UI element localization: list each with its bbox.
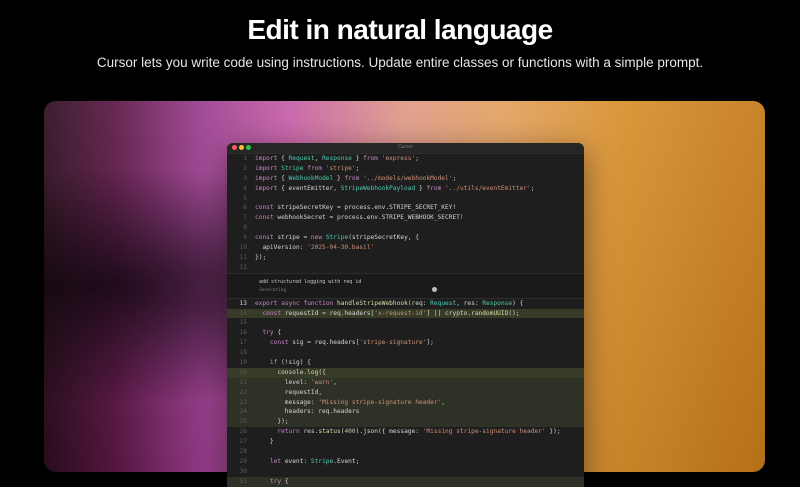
code-line[interactable]: 3 import { WebhookModel } from '../models… (227, 174, 584, 184)
line-number: 30 (239, 467, 247, 475)
code-area[interactable]: 1 import { Request, Response } from 'expr… (227, 154, 584, 487)
code-line[interactable]: 8 (227, 223, 584, 233)
line-number: 18 (239, 349, 247, 357)
code-line[interactable]: 10 apiVersion: '2025-04-30.basil' (227, 243, 584, 253)
line-number: 17 (239, 339, 247, 347)
line-number: 10 (239, 244, 247, 252)
line-text: export async function handleStripeWebhoo… (255, 299, 524, 307)
code-line[interactable]: 22 requestId, (227, 387, 584, 398)
code-line[interactable]: 16 try { (227, 328, 584, 338)
code-line[interactable]: 25 }); (227, 417, 584, 428)
code-line[interactable]: 6 const stripeSecretKey = process.env.STR… (227, 203, 584, 213)
line-text: const stripeSecretKey = process.env.STRI… (255, 204, 457, 212)
line-text: const requestId = req.headers['x-request… (262, 309, 520, 317)
code-line[interactable]: 9 const stripe = new Stripe(stripeSecretK… (227, 233, 584, 243)
line-number: 19 (239, 359, 247, 367)
line-number: 9 (243, 234, 247, 242)
code-line[interactable]: 2 import Stripe from 'stripe'; (227, 164, 584, 174)
line-text: }); (255, 253, 267, 261)
line-text: apiVersion: '2025-04-30.basil' (255, 244, 375, 252)
code-line[interactable]: 24 headers: req.headers (227, 407, 584, 418)
line-number: 16 (239, 329, 247, 337)
code-line[interactable]: 18 (227, 348, 584, 358)
line-text: } (255, 438, 274, 446)
line-number: 6 (243, 204, 247, 212)
line-number: 4 (243, 184, 247, 192)
page-title: Edit in natural language (247, 14, 553, 45)
window-titlebar: Cursor (227, 143, 584, 154)
code-line[interactable]: 27 } (227, 437, 584, 447)
line-text: headers: req.headers (255, 408, 360, 416)
code-line[interactable]: 29 let event: Stripe.Event; (227, 457, 584, 467)
code-line[interactable]: 26 return res.status(400).json({ message… (227, 427, 584, 437)
code-line[interactable]: 23 message: 'Missing stripe-signature he… (227, 397, 584, 408)
line-number: 15 (239, 319, 247, 327)
code-line[interactable]: 1 import { Request, Response } from 'expr… (227, 154, 584, 164)
line-number: 8 (243, 224, 247, 232)
code-line[interactable]: 4 import { eventEmitter, StripeWebhookPay… (227, 184, 584, 194)
line-text: const webhookSecret = process.env.STRIPE… (255, 214, 464, 222)
window-title: Cursor (397, 144, 413, 150)
line-number: 14 (239, 309, 247, 317)
line-number: 3 (243, 174, 247, 182)
line-text: }); (255, 418, 289, 426)
line-text: try { (262, 329, 282, 337)
code-line[interactable]: 20 console.log({ (227, 367, 584, 378)
code-line[interactable]: 15 (227, 318, 584, 328)
line-number: 20 (239, 368, 247, 376)
line-text: import Stripe from 'stripe'; (255, 164, 360, 172)
code-line[interactable]: 12 (227, 263, 584, 273)
line-number: 24 (239, 408, 247, 416)
line-text: requestId, (255, 388, 323, 396)
line-text: let event: Stripe.Event; (269, 457, 360, 465)
line-text: level: 'warn', (255, 378, 337, 386)
line-text: message: 'Missing stripe-signature heade… (255, 398, 446, 406)
line-number: 25 (239, 418, 247, 426)
code-line[interactable]: 30 (227, 467, 584, 477)
code-lines-bottom: 13 export async function handleStripeWebh… (227, 299, 584, 487)
code-line[interactable]: 14 const requestId = req.headers['x-requ… (227, 308, 584, 319)
line-number: 22 (239, 388, 247, 396)
line-number: 11 (239, 253, 247, 261)
line-text: import { WebhookModel } from '../models/… (255, 174, 457, 182)
line-number: 31 (239, 477, 247, 485)
line-number: 28 (239, 448, 247, 456)
code-line[interactable]: 17 const sig = req.headers['stripe-signa… (227, 338, 584, 348)
line-number: 21 (239, 378, 247, 386)
line-number: 2 (243, 164, 247, 172)
code-line[interactable]: 13 export async function handleStripeWebh… (227, 299, 584, 309)
line-text: try { (269, 477, 289, 485)
code-line[interactable]: 5 (227, 194, 584, 204)
code-editor-window: Cursor 1 import { Request, Response } fro… (227, 143, 584, 487)
line-number: 26 (239, 428, 247, 436)
line-text: if (!sig) { (269, 359, 311, 367)
line-number: 13 (239, 299, 247, 307)
code-line[interactable]: 31 try { (227, 476, 584, 487)
code-line[interactable]: 11}); (227, 253, 584, 263)
line-text: return res.status(400).json({ message: '… (277, 428, 561, 436)
line-number: 1 (243, 155, 247, 162)
line-number: 7 (243, 214, 247, 222)
stop-generation-icon[interactable] (432, 286, 437, 292)
code-lines-top: 1 import { Request, Response } from 'expr… (227, 154, 584, 273)
line-text: import { eventEmitter, StripeWebhookPayl… (255, 184, 535, 192)
prompt-status: Generating (259, 287, 287, 293)
code-line[interactable]: 21 level: 'warn', (227, 377, 584, 388)
prompt-input[interactable]: add structured logging with req id (259, 279, 361, 285)
line-text: import { Request, Response } from 'expre… (255, 155, 419, 162)
line-number: 23 (239, 398, 247, 406)
line-number: 12 (239, 263, 247, 271)
code-line[interactable]: 7 const webhookSecret = process.env.STRIP… (227, 213, 584, 223)
line-text: const sig = req.headers['stripe-signatur… (269, 339, 434, 347)
page-subtitle: Cursor lets you write code using instruc… (96, 55, 704, 70)
line-text: console.log({ (255, 368, 326, 376)
code-line[interactable]: 28 (227, 447, 584, 457)
line-text: const stripe = new Stripe(stripeSecretKe… (255, 234, 419, 242)
line-number: 27 (239, 438, 247, 446)
line-number: 5 (243, 194, 247, 202)
line-number: 29 (239, 457, 247, 465)
code-line[interactable]: 19 if (!sig) { (227, 358, 584, 368)
inline-prompt-box[interactable]: add structured logging with req id Gener… (227, 272, 584, 299)
